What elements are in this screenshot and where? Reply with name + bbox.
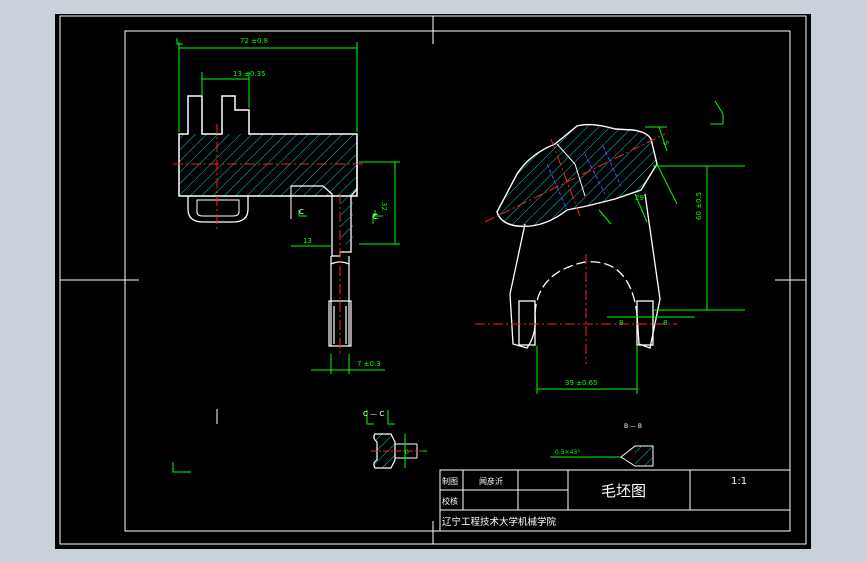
dim-60: 60 ±0.5: [695, 192, 703, 220]
title-label-drawn: 制图: [442, 476, 458, 486]
section-mark-c-left: C: [299, 208, 304, 216]
dim-29: 29: [635, 194, 644, 202]
cad-window: 72 ±0.8 13 ±0.35 32 13 7 ±0.3 C C C — C …: [0, 0, 867, 562]
right-view: 39 ±0.65 60 ±0.5 8 8 29 5: [475, 123, 745, 394]
fork-hub: [496, 123, 658, 228]
dim-13-lower: 13: [303, 237, 312, 245]
title-drawn-by: 闻彦沂: [479, 476, 503, 486]
dim-8-right: 8: [663, 319, 667, 327]
section-bb-title: B — B: [624, 423, 642, 430]
dim-32: 32: [380, 202, 388, 211]
section-mark-c-right: C: [373, 213, 378, 221]
sheet-border-inner: [124, 30, 791, 532]
dim-chamfer: 0.5×43°: [555, 449, 580, 456]
section-cc-title: C — C: [363, 410, 384, 418]
section-cc: C — C 0: [363, 410, 427, 469]
dim-39: 39 ±0.65: [565, 379, 598, 387]
dim-8-left: 8: [619, 319, 623, 327]
corner-marks: [172, 38, 724, 473]
left-view: 72 ±0.8 13 ±0.35 32 13 7 ±0.3 C C: [173, 37, 400, 425]
title-label-checked: 校核: [442, 496, 458, 506]
section-bb: B — B 0.5×43°: [550, 423, 654, 467]
drawing-viewport[interactable]: 72 ±0.8 13 ±0.35 32 13 7 ±0.3 C C C — C …: [55, 14, 811, 549]
drawing-canvas: 72 ±0.8 13 ±0.35 32 13 7 ±0.3 C C C — C …: [59, 15, 807, 545]
dim-small: 0: [405, 449, 409, 456]
dim-72: 72 ±0.8: [240, 37, 268, 45]
dim-7: 7 ±0.3: [357, 360, 381, 368]
institution-name: 辽宁工程技术大学机械学院: [442, 516, 557, 528]
drawing-title: 毛坯图: [601, 482, 646, 500]
centering-marks: [60, 16, 806, 544]
sheet-border-outer: [59, 15, 807, 545]
dim-13-upper: 13 ±0.35: [233, 70, 266, 78]
drawing-scale: 1:1: [731, 476, 747, 487]
